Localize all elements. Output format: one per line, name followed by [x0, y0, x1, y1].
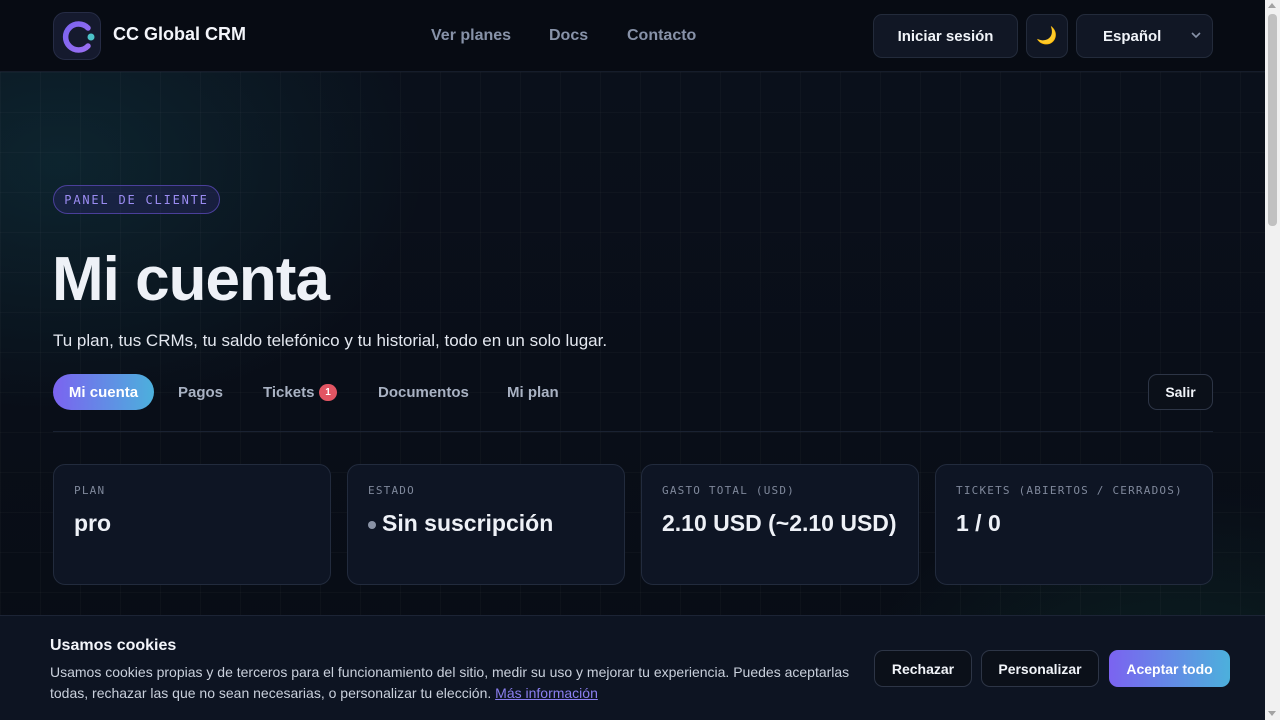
- theme-toggle-button[interactable]: 🌙: [1026, 14, 1068, 58]
- accept-cookies-button[interactable]: Aceptar todo: [1109, 650, 1230, 687]
- cookie-description: Usamos cookies propias y de terceros par…: [50, 664, 850, 701]
- logo-c-icon: [62, 21, 95, 53]
- nav-docs[interactable]: Docs: [549, 27, 588, 45]
- card-value-wrap: Sin suscripción: [368, 508, 608, 539]
- logout-button[interactable]: Salir: [1148, 374, 1213, 410]
- tab-pagos[interactable]: Pagos: [178, 384, 223, 401]
- total-spend-card: GASTO TOTAL (USD) 2.10 USD (~2.10 USD): [641, 464, 919, 585]
- scroll-down-arrow-icon[interactable]: [1268, 711, 1276, 716]
- tab-mi-plan[interactable]: Mi plan: [507, 384, 559, 401]
- card-value: pro: [74, 510, 112, 536]
- brand-name[interactable]: CC Global CRM: [113, 24, 246, 45]
- page-title: Mi cuenta: [52, 245, 330, 314]
- card-value: Sin suscripción: [382, 510, 554, 536]
- cookie-title: Usamos cookies: [50, 637, 177, 654]
- moon-icon: 🌙: [1036, 26, 1058, 45]
- tab-tickets[interactable]: Tickets: [263, 384, 314, 401]
- tabs-divider: [53, 431, 1213, 432]
- nav-contacto[interactable]: Contacto: [627, 27, 696, 45]
- card-label: ESTADO: [368, 484, 415, 497]
- reject-cookies-button[interactable]: Rechazar: [874, 650, 972, 687]
- tickets-card: TICKETS (ABIERTOS / CERRADOS) 1 / 0: [935, 464, 1213, 585]
- nav-ver-planes[interactable]: Ver planes: [431, 27, 511, 45]
- cookie-more-info-link[interactable]: Más información: [495, 685, 598, 701]
- top-header: CC Global CRM Ver planes Docs Contacto I…: [0, 0, 1265, 72]
- card-value: 1 / 0: [956, 510, 1001, 536]
- tickets-count-badge: 1: [319, 384, 337, 401]
- customize-cookies-button[interactable]: Personalizar: [981, 650, 1099, 687]
- login-button[interactable]: Iniciar sesión: [873, 14, 1018, 58]
- scroll-up-arrow-icon[interactable]: [1268, 3, 1276, 8]
- brand-logo[interactable]: [53, 12, 101, 60]
- tab-documentos[interactable]: Documentos: [378, 384, 469, 401]
- status-dot-icon: [368, 521, 376, 529]
- language-select[interactable]: Español: [1076, 14, 1213, 58]
- card-value: 2.10 USD (~2.10 USD): [662, 510, 897, 536]
- status-card: ESTADO Sin suscripción: [347, 464, 625, 585]
- language-selected: Español: [1103, 28, 1162, 45]
- section-pill: PANEL DE CLIENTE: [53, 185, 220, 214]
- tab-mi-cuenta[interactable]: Mi cuenta: [53, 374, 154, 410]
- scrollbar-thumb[interactable]: [1268, 14, 1277, 226]
- card-label: GASTO TOTAL (USD): [662, 484, 795, 497]
- cookie-text: Usamos cookies propias y de terceros par…: [50, 662, 850, 704]
- plan-card: PLAN pro: [53, 464, 331, 585]
- card-label: PLAN: [74, 484, 106, 497]
- page-subtitle: Tu plan, tus CRMs, tu saldo telefónico y…: [53, 331, 608, 350]
- chevron-down-icon: [1191, 32, 1201, 39]
- card-label: TICKETS (ABIERTOS / CERRADOS): [956, 484, 1183, 497]
- cookie-banner: Usamos cookies Usamos cookies propias y …: [0, 615, 1265, 720]
